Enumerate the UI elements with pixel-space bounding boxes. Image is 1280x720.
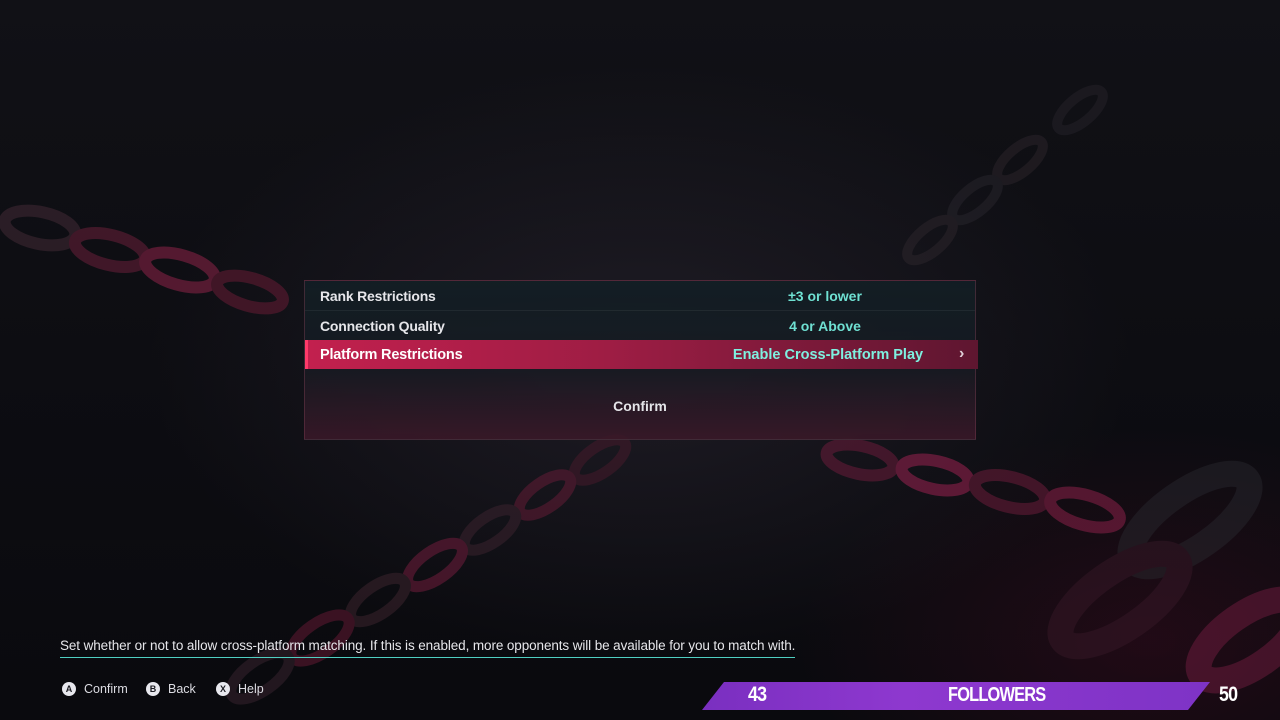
setting-label: Rank Restrictions (320, 287, 436, 304)
setting-label: Connection Quality (320, 317, 445, 334)
setting-value: Enable Cross-Platform Play (732, 346, 924, 363)
setting-row-platform-restrictions[interactable]: Platform Restrictions Enable Cross-Platf… (305, 340, 978, 369)
match-settings-panel: Rank Restrictions ±3 or lower Connection… (304, 280, 978, 440)
prompt-back[interactable]: B Back (146, 682, 196, 696)
prompt-label: Back (168, 682, 196, 696)
setting-label: Platform Restrictions (320, 346, 463, 363)
prompt-help[interactable]: X Help (216, 682, 264, 696)
followers-goal-count: 50 (1219, 683, 1238, 706)
game-screen: Rank Restrictions ±3 or lower Connection… (0, 0, 1280, 720)
confirm-button[interactable]: Confirm (305, 391, 975, 421)
chevron-right-icon[interactable]: › (959, 345, 964, 363)
followers-label: FOLLOWERS (948, 684, 1046, 706)
b-button-icon: B (146, 682, 160, 696)
setting-row-connection-quality[interactable]: Connection Quality 4 or Above (305, 310, 975, 340)
prompt-confirm[interactable]: A Confirm (62, 682, 128, 696)
a-button-icon: A (62, 682, 76, 696)
prompt-label: Help (238, 682, 264, 696)
setting-value: ±3 or lower (788, 287, 862, 304)
followers-current-count: 43 (748, 683, 767, 706)
prompt-label: Confirm (84, 682, 128, 696)
setting-row-rank-restrictions[interactable]: Rank Restrictions ±3 or lower (305, 281, 975, 310)
x-button-icon: X (216, 682, 230, 696)
setting-value: 4 or Above (789, 317, 861, 334)
help-description: Set whether or not to allow cross-platfo… (60, 638, 795, 658)
